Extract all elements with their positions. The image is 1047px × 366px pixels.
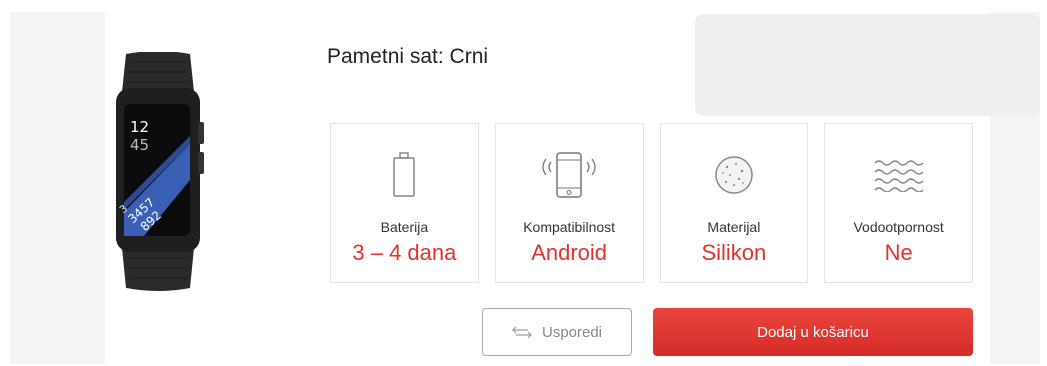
spec-water-resistance: Vodootpornost Ne bbox=[824, 123, 973, 283]
spec-compatibility: Kompatibilnost Android bbox=[494, 123, 644, 283]
spec-label: Materijal bbox=[707, 219, 761, 235]
info-card-placeholder bbox=[695, 14, 1040, 116]
spec-battery: Baterija 3 – 4 dana bbox=[330, 123, 479, 283]
spec-label: Kompatibilnost bbox=[523, 219, 616, 235]
product-title: Pametni sat: Crni bbox=[327, 45, 489, 68]
phone-icon bbox=[539, 150, 599, 200]
watch-minute: 45 bbox=[130, 136, 149, 154]
spec-value: Ne bbox=[884, 240, 913, 265]
watch-hour: 12 bbox=[130, 118, 149, 136]
add-to-cart-label: Dodaj u košaricu bbox=[757, 323, 869, 341]
spec-value: Android bbox=[531, 240, 608, 265]
battery-icon bbox=[374, 150, 434, 200]
spec-value: 3 – 4 dana bbox=[352, 240, 457, 265]
product-image: 12 45 3 3457 892 bbox=[116, 52, 204, 291]
spec-label: Baterija bbox=[380, 219, 429, 235]
water-waves-icon bbox=[869, 150, 929, 200]
material-icon bbox=[704, 150, 764, 200]
compare-button[interactable]: Usporedi bbox=[482, 308, 632, 356]
spec-value: Silikon bbox=[701, 240, 767, 265]
compare-button-label: Usporedi bbox=[541, 323, 603, 341]
add-to-cart-button[interactable]: Dodaj u košaricu bbox=[653, 308, 973, 356]
spec-material: Materijal Silikon bbox=[659, 123, 809, 283]
spec-label: Vodootpornost bbox=[853, 219, 944, 235]
spec-list: Baterija 3 – 4 dana Kompatibilnost Andro… bbox=[330, 123, 973, 283]
compare-arrows-icon bbox=[512, 326, 532, 338]
